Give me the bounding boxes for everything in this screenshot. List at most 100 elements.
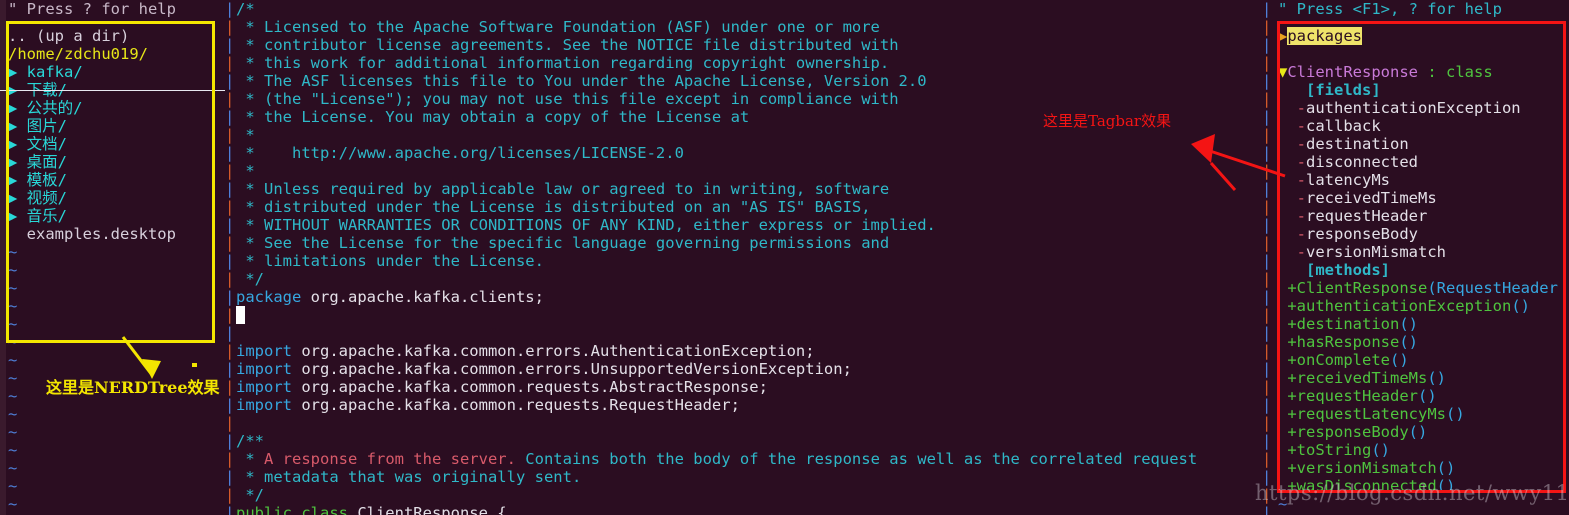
visibility-public-icon: +: [1278, 279, 1297, 297]
tagbar-entry[interactable]: -disconnected: [1278, 153, 1569, 171]
code-line: *: [236, 162, 1197, 180]
split-bar-glyph: |: [1262, 216, 1272, 234]
tagbar-method-args: (RequestHeader: [1427, 279, 1558, 297]
code-editor-panel[interactable]: /* * Licensed to the Apache Software Fou…: [236, 0, 1256, 515]
tagbar-entry[interactable]: [methods]: [1278, 261, 1569, 279]
split-bar-glyph: |: [1262, 450, 1272, 468]
tagbar-method-name: receivedTimeMs: [1296, 369, 1428, 387]
code-token: * The ASF licenses this file to You unde…: [236, 72, 927, 90]
code-token: * http://www.apache.org/licenses/LICENSE…: [236, 144, 684, 162]
tagbar-method-name: destination: [1296, 315, 1400, 333]
empty-line-marker: ~: [8, 279, 18, 297]
code-token: *: [236, 162, 255, 180]
tagbar-entry[interactable]: +receivedTimeMs(): [1278, 369, 1569, 387]
code-line: import org.apache.kafka.common.requests.…: [236, 378, 1197, 396]
nerdtree-dir-item[interactable]: ▶ 公共的/: [8, 99, 223, 117]
code-line: * WITHOUT WARRANTIES OR CONDITIONS OF AN…: [236, 216, 1197, 234]
tagbar-entry[interactable]: -callback: [1278, 117, 1569, 135]
visibility-public-icon: +: [1278, 351, 1297, 369]
folder-collapsed-icon: ▶: [8, 63, 27, 81]
tagbar-entry[interactable]: +hasResponse(): [1278, 333, 1569, 351]
fold-closed-icon[interactable]: ▶: [1278, 27, 1287, 45]
split-bar-glyph: |: [1262, 324, 1272, 342]
nerdtree-dir-label: 公共的/: [26, 99, 83, 117]
code-token: A response from the server.: [264, 450, 516, 468]
fold-open-icon[interactable]: ▼: [1278, 63, 1287, 81]
tagbar-method-args: (): [1436, 459, 1456, 477]
tagbar-entry[interactable]: -responseBody: [1278, 225, 1569, 243]
empty-line-marker: ~: [8, 441, 18, 459]
code-token: * Licensed to the Apache Software Founda…: [236, 18, 880, 36]
code-token: import: [236, 396, 292, 414]
split-bar-glyph: |: [225, 0, 235, 18]
code-token: public class: [236, 504, 348, 515]
nerdtree-panel[interactable]: " Press ? for help .. (up a dir)/home/zd…: [0, 0, 225, 515]
code-token: * See the License for the specific langu…: [236, 234, 890, 252]
tagbar-entry[interactable]: +onComplete(): [1278, 351, 1569, 369]
tagbar-entry[interactable]: +versionMismatch(): [1278, 459, 1569, 477]
tagbar-entry[interactable]: +destination(): [1278, 315, 1569, 333]
split-bar-glyph: |: [1262, 396, 1272, 414]
code-line: * Unless required by applicable law or a…: [236, 180, 1197, 198]
code-token: org.apache.kafka.common.requests.Request…: [292, 396, 740, 414]
tagbar-method-name: responseBody: [1296, 423, 1409, 441]
tagbar-tag-list[interactable]: ▶packages ▼ClientResponse : class [field…: [1278, 27, 1569, 513]
tagbar-entry[interactable]: -latencyMs: [1278, 171, 1569, 189]
tagbar-entry[interactable]: +responseBody(): [1278, 423, 1569, 441]
nerdtree-up-a-dir[interactable]: .. (up a dir): [8, 27, 223, 45]
split-bar-glyph: |: [225, 486, 235, 504]
visibility-private-icon: -: [1278, 207, 1306, 225]
split-bar-glyph: |: [225, 18, 235, 36]
tagbar-kind-header: [methods]: [1278, 261, 1390, 279]
tagbar-entry[interactable]: +ClientResponse(RequestHeader: [1278, 279, 1569, 297]
nerdtree-dir-item[interactable]: ▶ 模板/: [8, 171, 223, 189]
code-token: import: [236, 360, 292, 378]
tagbar-entry[interactable]: +toString(): [1278, 441, 1569, 459]
nerdtree-dir-item[interactable]: ▶ 视频/: [8, 189, 223, 207]
split-bar-glyph: |: [1262, 414, 1272, 432]
tagbar-panel[interactable]: " Press <F1>, ? for help ▶packages ▼Clie…: [1274, 0, 1569, 515]
code-token: * distributed under the License is distr…: [236, 198, 871, 216]
tagbar-entry[interactable]: -receivedTimeMs: [1278, 189, 1569, 207]
tagbar-entry[interactable]: -destination: [1278, 135, 1569, 153]
nerdtree-dir-item[interactable]: ▶ 文档/: [8, 135, 223, 153]
tagbar-entry[interactable]: ▶packages: [1278, 27, 1569, 45]
split-bar-glyph: |: [225, 378, 235, 396]
tagbar-entry[interactable]: +requestHeader(): [1278, 387, 1569, 405]
folder-collapsed-icon: ▶: [8, 99, 27, 117]
tagbar-entry[interactable]: -authenticationException: [1278, 99, 1569, 117]
tagbar-method-args: (): [1390, 351, 1409, 369]
tagbar-method-args: (): [1399, 315, 1418, 333]
code-line: public class ClientResponse {: [236, 504, 1197, 515]
tagbar-method-args: (): [1427, 369, 1446, 387]
code-token: org.apache.kafka.common.errors.Authentic…: [292, 342, 815, 360]
tagbar-method-args: (): [1408, 423, 1428, 441]
code-line: * limitations under the License.: [236, 252, 1197, 270]
nerdtree-file-list[interactable]: .. (up a dir)/home/zdchu019/▶ kafka/▶ 下载…: [8, 27, 223, 513]
split-bar-glyph: |: [1262, 234, 1272, 252]
split-bar-glyph: |: [1262, 432, 1272, 450]
tagbar-entry[interactable]: [fields]: [1278, 81, 1569, 99]
nerdtree-dir-item[interactable]: ▶ 桌面/: [8, 153, 223, 171]
code-token: Contains both the body of the response a…: [515, 450, 1198, 468]
code-token: package: [236, 288, 302, 306]
split-bar-glyph: |: [225, 252, 235, 270]
tagbar-field-name: destination: [1306, 135, 1409, 153]
tagbar-entry[interactable]: +requestLatencyMs(): [1278, 405, 1569, 423]
nerdtree-dir-item[interactable]: ▶ kafka/: [8, 63, 223, 81]
empty-line-marker: ~: [8, 495, 18, 513]
tagbar-entry[interactable]: +authenticationException(): [1278, 297, 1569, 315]
nerdtree-file-item[interactable]: examples.desktop: [8, 225, 223, 243]
split-bar-glyph: |: [225, 180, 235, 198]
split-bar-glyph: |: [225, 432, 235, 450]
folder-collapsed-icon: ▶: [8, 153, 27, 171]
split-bar-glyph: |: [1262, 378, 1272, 396]
code-line: import org.apache.kafka.common.requests.…: [236, 396, 1197, 414]
nerdtree-dir-item[interactable]: ▶ 图片/: [8, 117, 223, 135]
tagbar-entry[interactable]: ▼ClientResponse : class: [1278, 63, 1569, 81]
tagbar-method-name: requestHeader: [1296, 387, 1418, 405]
tagbar-entry[interactable]: -versionMismatch: [1278, 243, 1569, 261]
nerdtree-dir-item[interactable]: ▶ 音乐/: [8, 207, 223, 225]
tagbar-method-name: requestLatencyMs: [1296, 405, 1446, 423]
tagbar-entry[interactable]: -requestHeader: [1278, 207, 1569, 225]
